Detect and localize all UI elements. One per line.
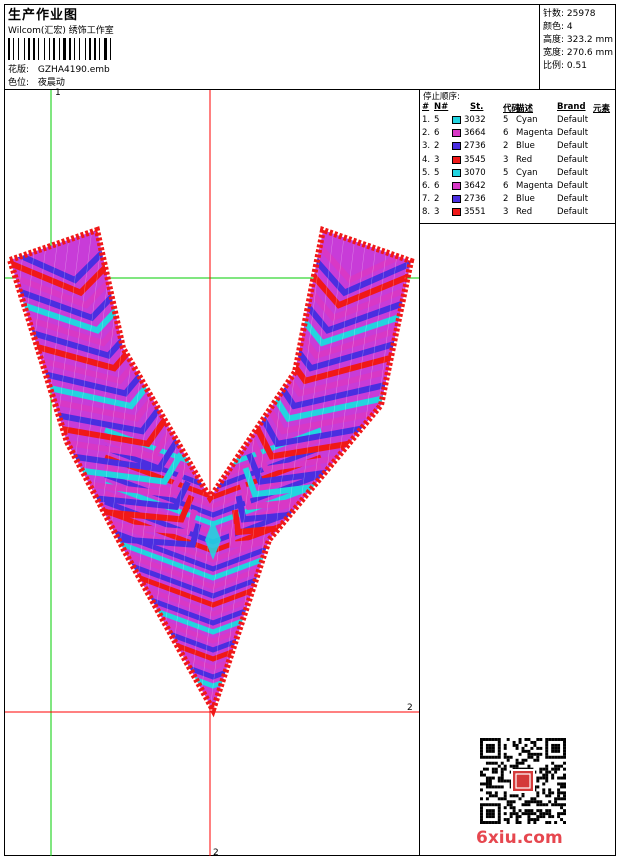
stop-number: 6 [503,128,509,139]
stop-index: 6. [422,181,431,191]
stop-description: Cyan [516,167,538,178]
watermark-text: 6xiu.com [476,828,563,848]
col-brand: Brand [557,102,586,112]
design-file-label: 花版: [8,65,30,75]
stop-number: 3 [503,207,509,218]
colorway-label: 色位: [8,78,30,88]
embroidery-design [10,230,411,710]
stop-needle: 6 [434,181,440,191]
stop-index: 5. [422,167,431,178]
stop-needle: 5 [434,167,440,178]
color-swatch [452,129,461,138]
stop-code: 2736 [464,194,486,205]
axis-label-right: 2 [407,703,413,713]
company-name: Wilcom(汇宏) 绣饰工作室 [8,26,114,36]
stop-sequence-title: 停止顺序: [423,92,460,102]
color-swatch [452,142,461,151]
axis-label-top: 1 [55,88,61,98]
design-height: 高度: 323.2 mm [543,35,614,45]
colorway-row: 色位: 夜晨动 [8,75,65,88]
stop-row: 1. 5 3032 5 Cyan Default [420,115,616,128]
stop-sequence-panel: 停止顺序: # N# St. 代码 描述 Brand 元素 1. 5 3032 5 Cy… [420,89,616,223]
stop-number: 3 [503,154,509,165]
colorway-value: 夜晨动 [37,78,65,88]
stop-number: 2 [503,194,509,205]
stop-number: 5 [503,167,509,178]
design-scale: 比例: 0.51 [543,61,587,71]
color-swatch [452,182,461,190]
stop-description: Blue [516,194,535,205]
stop-code: 2736 [464,141,486,152]
col-stitch: St. [470,102,484,112]
stop-index: 3. [422,141,431,152]
stop-number: 6 [503,181,509,191]
stop-row: 4. 3 3545 3 Red Default [420,155,616,168]
col-description: 描述 [516,104,534,114]
stop-row: 5. 5 3070 5 Cyan Default [420,168,616,181]
stop-brand: Default [557,128,589,139]
color-swatch [452,208,461,217]
design-file-name: GZHA4190.emb [37,65,110,75]
stop-index: 2. [422,128,431,139]
color-swatch [452,116,461,124]
stop-row: 2. 6 3664 6 Magenta Default [420,128,616,141]
stop-table-header: # N# St. 代码 描述 Brand 元素 [420,102,616,114]
stop-needle: 5 [434,115,440,125]
stop-code: 3545 [464,154,486,165]
stop-code: 3032 [464,115,486,125]
stop-index: 4. [422,154,431,165]
design-file-row: 花版: GZHA4190.emb [8,62,110,75]
design-width: 宽度: 270.6 mm [543,48,614,58]
stop-brand: Default [557,207,589,218]
stop-brand: Default [557,141,589,152]
stop-index: 1. [422,115,431,125]
color-count: 颜色: 4 [543,22,573,32]
stop-number: 5 [503,115,509,125]
stop-code: 3642 [464,181,486,191]
stop-code: 3070 [464,167,486,178]
stop-brand: Default [557,194,589,205]
stop-needle: 3 [434,207,440,218]
stop-description: Blue [516,141,535,152]
stop-needle: 6 [434,128,440,139]
stop-needle: 2 [434,194,440,205]
color-swatch [452,155,461,164]
axis-label-bottom: 2 [213,848,219,858]
stop-needle: 3 [434,154,440,165]
color-swatch [452,195,461,204]
barcode [8,38,111,60]
header: 生产作业图 Wilcom(汇宏) 绣饰工作室 花版: GZHA4190.emb … [4,4,539,89]
stop-description: Magenta [516,128,554,139]
col-needle: N# [434,102,449,112]
stop-code: 3551 [464,207,486,218]
stop-brand: Default [557,154,589,165]
stop-index: 7. [422,194,431,205]
stop-description: Red [516,207,533,218]
stop-needle: 2 [434,141,440,152]
col-index: # [422,102,430,112]
stop-description: Cyan [516,115,538,125]
stop-row: 8. 3 3551 3 Red Default [420,207,616,220]
stop-row: 3. 2 2736 2 Blue Default [420,141,616,154]
stitch-count: 针数: 25978 [543,9,596,19]
page-title: 生产作业图 [8,8,79,23]
stop-row: 6. 6 3642 6 Magenta Default [420,181,616,194]
stop-index: 8. [422,207,431,218]
stop-number: 2 [503,141,509,152]
stats-panel: 针数: 25978 颜色: 4 高度: 323.2 mm 宽度: 270.6 m… [539,4,616,89]
stop-brand: Default [557,181,589,191]
col-element: 元素 [593,104,611,114]
color-swatch [452,168,461,177]
stop-description: Red [516,154,533,165]
design-canvas [5,90,419,856]
stop-description: Magenta [516,181,554,191]
stop-brand: Default [557,167,589,178]
stop-panel-bottom-border [420,223,616,224]
stop-brand: Default [557,115,589,125]
stop-row: 7. 2 2736 2 Blue Default [420,194,616,207]
qr-code [480,738,566,824]
stop-code: 3664 [464,128,486,139]
